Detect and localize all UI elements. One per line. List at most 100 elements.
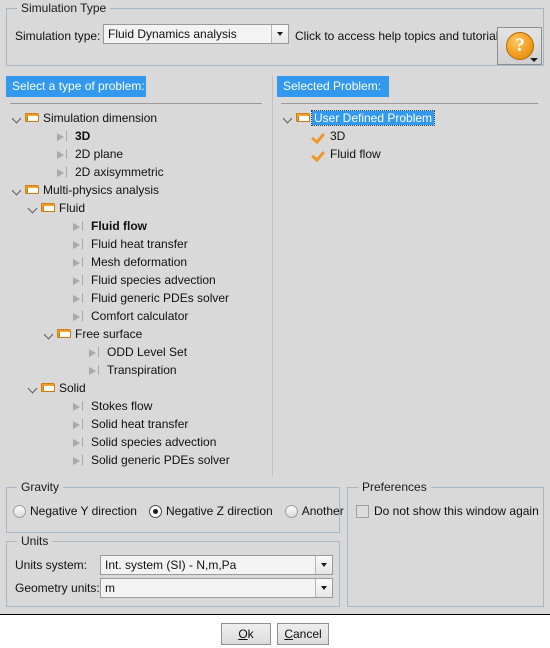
radio-button-icon[interactable] <box>284 504 298 518</box>
cancel-button[interactable]: Cancel <box>277 623 329 645</box>
tree-item[interactable]: Comfort calculator <box>6 307 268 325</box>
tree-item[interactable]: Transpiration <box>6 361 268 379</box>
arrow-item-icon <box>72 433 89 451</box>
tree-item[interactable]: 3D <box>6 127 268 145</box>
gravity-radio-option[interactable]: Negative Z direction <box>148 504 273 518</box>
tree-item-label: Fluid flow <box>91 219 147 233</box>
radio-button-icon[interactable] <box>148 504 162 518</box>
tree-item[interactable]: User Defined Problem <box>277 109 544 127</box>
problem-type-tree[interactable]: Simulation dimension 3D 2D plane 2D axisymm… <box>6 109 268 476</box>
tree-item-label: ODD Level Set <box>107 345 188 359</box>
geometry-units-select[interactable]: m <box>100 578 333 598</box>
checkbox-icon[interactable] <box>356 504 369 518</box>
arrow-item-icon <box>72 415 89 433</box>
tree-item-label: 2D axisymmetric <box>75 165 164 179</box>
tree-item-label: Solid <box>59 381 86 395</box>
tree-item[interactable]: Simulation dimension <box>6 109 268 127</box>
geometry-units-value: m <box>105 581 115 595</box>
gravity-radio-option[interactable]: Another <box>284 504 344 518</box>
tree-item-label: Stokes flow <box>91 399 153 413</box>
folder-open-icon <box>40 199 57 217</box>
chevron-down-icon[interactable] <box>271 25 288 43</box>
arrow-item-icon <box>56 163 73 181</box>
tree-item[interactable]: 2D plane <box>6 145 268 163</box>
selected-problem-panel-header: Selected Problem: <box>277 76 389 97</box>
tree-item[interactable]: Fluid species advection <box>6 271 268 289</box>
check-icon <box>311 145 328 163</box>
tree-item-label: 3D <box>75 129 91 143</box>
question-mark-icon: ? <box>506 32 534 60</box>
tree-item-label: Solid generic PDEs solver <box>91 453 230 467</box>
selected-problem-tree[interactable]: User Defined Problem 3D Fluid flow <box>277 109 544 476</box>
do-not-show-again-checkbox[interactable]: Do not show this window again <box>356 504 539 518</box>
chevron-down-icon[interactable] <box>315 579 332 597</box>
arrow-item-icon <box>72 235 89 253</box>
tree-item[interactable]: Solid <box>6 379 268 397</box>
arrow-item-icon <box>72 451 89 469</box>
gravity-radio-label: Negative Z direction <box>165 504 273 518</box>
gravity-radio-option[interactable]: Negative Y direction <box>13 504 137 518</box>
tree-item-label: Simulation dimension <box>43 111 158 125</box>
chevron-expanded-icon[interactable] <box>26 199 40 217</box>
tree-item[interactable]: Fluid <box>6 199 268 217</box>
chevron-expanded-icon[interactable] <box>26 379 40 397</box>
arrow-item-icon <box>88 343 105 361</box>
do-not-show-again-label: Do not show this window again <box>374 504 539 518</box>
help-dropdown-arrow-icon[interactable] <box>530 58 538 62</box>
tree-item[interactable]: Multi-physics analysis <box>6 181 268 199</box>
gravity-radio-row: Negative Y direction Negative Z direction… <box>13 504 356 518</box>
tree-item[interactable]: Fluid heat transfer <box>6 235 268 253</box>
tree-item[interactable]: Fluid flow <box>6 217 268 235</box>
gravity-group-title: Gravity <box>17 480 64 494</box>
tree-item-label: Fluid species advection <box>91 273 216 287</box>
tree-item[interactable]: Solid generic PDEs solver <box>6 451 268 469</box>
tree-item[interactable]: Free surface <box>6 325 268 343</box>
tree-item[interactable]: 2D axisymmetric <box>6 163 268 181</box>
units-system-value: Int. system (SI) - N,m,Pa <box>105 558 237 572</box>
gravity-radio-label: Another <box>301 504 344 518</box>
units-system-select[interactable]: Int. system (SI) - N,m,Pa <box>100 555 333 575</box>
chevron-expanded-icon[interactable] <box>10 181 24 199</box>
arrow-item-icon <box>88 361 105 379</box>
units-group: Units Units system: Int. system (SI) - N… <box>6 534 340 607</box>
arrow-item-icon <box>72 307 89 325</box>
panel-divider-rule <box>10 103 262 104</box>
tree-item-label: Fluid generic PDEs solver <box>91 291 230 305</box>
chevron-down-icon[interactable] <box>315 556 332 574</box>
tree-item-label: Transpiration <box>107 363 177 377</box>
tree-item[interactable]: Fluid flow <box>277 145 544 163</box>
ok-button[interactable]: Ok <box>221 623 271 645</box>
folder-open-icon <box>56 325 73 343</box>
tree-item-label: Fluid heat transfer <box>91 237 188 251</box>
units-group-title: Units <box>17 534 53 548</box>
tree-item[interactable]: ODD Level Set <box>6 343 268 361</box>
simulation-type-select[interactable]: Fluid Dynamics analysis <box>103 24 289 44</box>
tree-item[interactable]: 3D <box>277 127 544 145</box>
chevron-expanded-icon[interactable] <box>10 109 24 127</box>
folder-open-icon <box>24 109 41 127</box>
help-button[interactable]: ? <box>497 27 542 65</box>
radio-button-icon[interactable] <box>13 504 26 518</box>
units-system-label: Units system: <box>15 558 88 572</box>
tree-item-label: Mesh deformation <box>91 255 188 269</box>
arrow-item-icon <box>72 271 89 289</box>
tree-item[interactable]: Mesh deformation <box>6 253 268 271</box>
tree-item[interactable]: Solid species advection <box>6 433 268 451</box>
tree-item[interactable]: Fluid generic PDEs solver <box>6 289 268 307</box>
chevron-expanded-icon[interactable] <box>42 325 56 343</box>
problem-type-panel: Select a type of problem: Simulation dim… <box>6 76 268 476</box>
chevron-expanded-icon[interactable] <box>281 109 295 127</box>
simulation-type-group-title: Simulation Type <box>17 1 111 15</box>
tree-item[interactable]: Solid heat transfer <box>6 415 268 433</box>
tree-item-label: Free surface <box>75 327 143 341</box>
tree-item[interactable]: Stokes flow <box>6 397 268 415</box>
preferences-group-title: Preferences <box>358 480 431 494</box>
folder-open-icon <box>24 181 41 199</box>
tree-item-label: Multi-physics analysis <box>43 183 160 197</box>
